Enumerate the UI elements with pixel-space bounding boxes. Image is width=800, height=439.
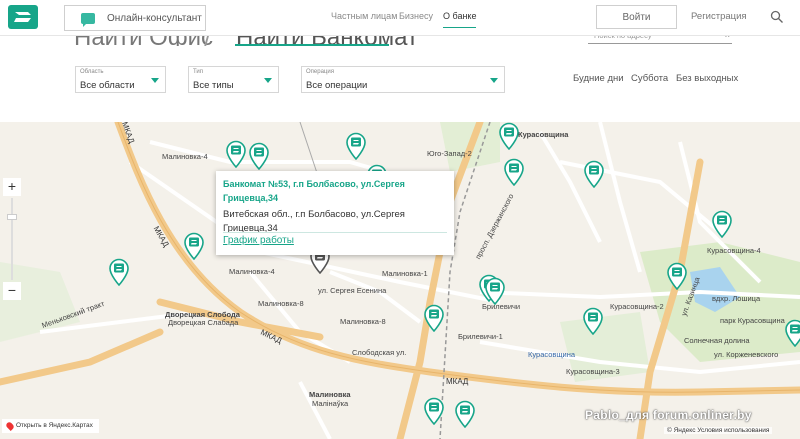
atm-pin-icon[interactable] — [503, 158, 525, 187]
atm-pin-icon[interactable] — [423, 397, 445, 426]
type-select[interactable]: Тип Все типы — [188, 66, 279, 93]
map-label: Курасовщина-2 — [610, 302, 664, 311]
map-label: Малінаўка — [312, 399, 349, 408]
zoom-slider-handle[interactable] — [7, 214, 17, 220]
atm-pin-icon[interactable] — [484, 277, 506, 306]
nav-business[interactable]: Бизнесу — [399, 11, 433, 21]
map-copyright[interactable]: © Яндекс Условия использования — [664, 427, 773, 434]
atm-pin-icon[interactable] — [248, 142, 270, 171]
region-select-value: Все области — [80, 80, 135, 91]
region-select-label: Область — [80, 69, 104, 75]
atm-pin-icon[interactable] — [666, 262, 688, 291]
atm-pin-icon[interactable] — [225, 140, 247, 169]
map-label: Курасовщина-4 — [707, 246, 761, 255]
atm-pin-icon[interactable] — [711, 210, 733, 239]
map-label: Брилевичи-1 — [458, 332, 503, 341]
atm-pin-icon[interactable] — [183, 232, 205, 261]
bank-logo[interactable] — [8, 5, 38, 29]
zoom-slider-track[interactable] — [11, 198, 13, 280]
tab-separator: / — [204, 36, 211, 46]
nav-private[interactable]: Частным лицам — [331, 11, 397, 21]
atm-pin-icon[interactable] — [454, 400, 476, 429]
site-header: Онлайн-консультант Частным лицам Бизнесу… — [0, 0, 800, 36]
online-consultant-button[interactable]: Онлайн-консультант — [64, 5, 206, 31]
type-select-label: Тип — [193, 69, 204, 75]
open-in-yandex-link[interactable]: Открыть в Яндекс.Картах — [2, 419, 99, 433]
filter-no-days-off[interactable]: Без выходных — [676, 73, 738, 84]
map-label: Малиновка-4 — [229, 267, 275, 276]
operation-select[interactable]: Операция Все операции — [301, 66, 505, 93]
atm-info-popup: Банкомат №53, г.п Болбасово, ул.Сергея Г… — [216, 171, 454, 255]
atm-pin-icon[interactable] — [582, 307, 604, 336]
zoom-out-button[interactable]: − — [3, 282, 21, 300]
map-label: вдхр. Лошица — [712, 294, 761, 303]
filter-weekdays[interactable]: Будние дни — [573, 73, 624, 84]
chevron-down-icon — [151, 78, 159, 83]
map-road-label: ул. Сергея Есенина — [318, 286, 387, 295]
region-select[interactable]: Область Все области — [75, 66, 166, 93]
atm-pin-icon[interactable] — [423, 304, 445, 333]
nav-about-bank[interactable]: О банке — [443, 11, 477, 28]
atm-pin-icon[interactable] — [345, 132, 367, 161]
zoom-control: + − — [3, 178, 21, 304]
operation-select-value: Все операции — [306, 80, 368, 91]
filter-saturday[interactable]: Суббота — [631, 73, 668, 84]
map-label: Малиновка-8 — [340, 317, 386, 326]
map-label: Солнечная долина — [684, 336, 750, 345]
map-label: парк Курасовщина — [720, 316, 785, 325]
atm-pin-icon[interactable] — [108, 258, 130, 287]
tab-find-office[interactable]: Найти Офис — [74, 36, 213, 46]
map-label: Курасовщина-3 — [566, 367, 620, 376]
chevron-down-icon — [264, 78, 272, 83]
map-road-label: Слободская ул. — [352, 348, 407, 357]
map-label: Малиновка-1 — [382, 269, 428, 278]
open-in-yandex-label: Открыть в Яндекс.Картах — [16, 422, 93, 429]
register-link[interactable]: Регистрация — [691, 11, 747, 22]
atm-pin-icon[interactable] — [583, 160, 605, 189]
popup-schedule-link[interactable]: График работы — [223, 235, 294, 246]
popup-divider — [223, 232, 447, 233]
map-road-label: МКАД — [446, 377, 469, 386]
type-select-value: Все типы — [193, 80, 234, 91]
atm-pin-icon[interactable] — [498, 122, 520, 151]
zoom-in-button[interactable]: + — [3, 178, 21, 196]
map-road-label: ул. Корженевского — [714, 350, 779, 359]
atm-pin-icon[interactable] — [784, 319, 800, 348]
map-label: Юго-Запад-2 — [427, 149, 472, 158]
popup-title: Банкомат №53, г.п Болбасово, ул.Сергея Г… — [223, 179, 405, 203]
map-label: Курасовщина — [528, 350, 576, 359]
search-icon[interactable] — [770, 10, 784, 24]
chevron-down-icon — [490, 78, 498, 83]
map-label: Малиновка-4 — [162, 152, 208, 161]
forum-watermark: Pablo_для forum.onliner.by — [585, 408, 752, 422]
map-label: Курасовщина — [518, 130, 569, 139]
login-button[interactable]: Войти — [596, 5, 677, 29]
map-label: Дворецкая Слабада — [168, 318, 239, 327]
chat-icon — [81, 12, 95, 27]
map-label: Малиновка-8 — [258, 299, 304, 308]
yandex-map[interactable]: Малиновка-4 Юго-Запад-2 Малиновка-1 Мали… — [0, 122, 800, 439]
online-consultant-label: Онлайн-консультант — [107, 12, 202, 24]
map-label: Малиновка — [309, 390, 351, 399]
active-tab-underline — [235, 44, 389, 46]
yandex-pin-icon — [5, 421, 15, 431]
operation-select-label: Операция — [306, 69, 334, 75]
